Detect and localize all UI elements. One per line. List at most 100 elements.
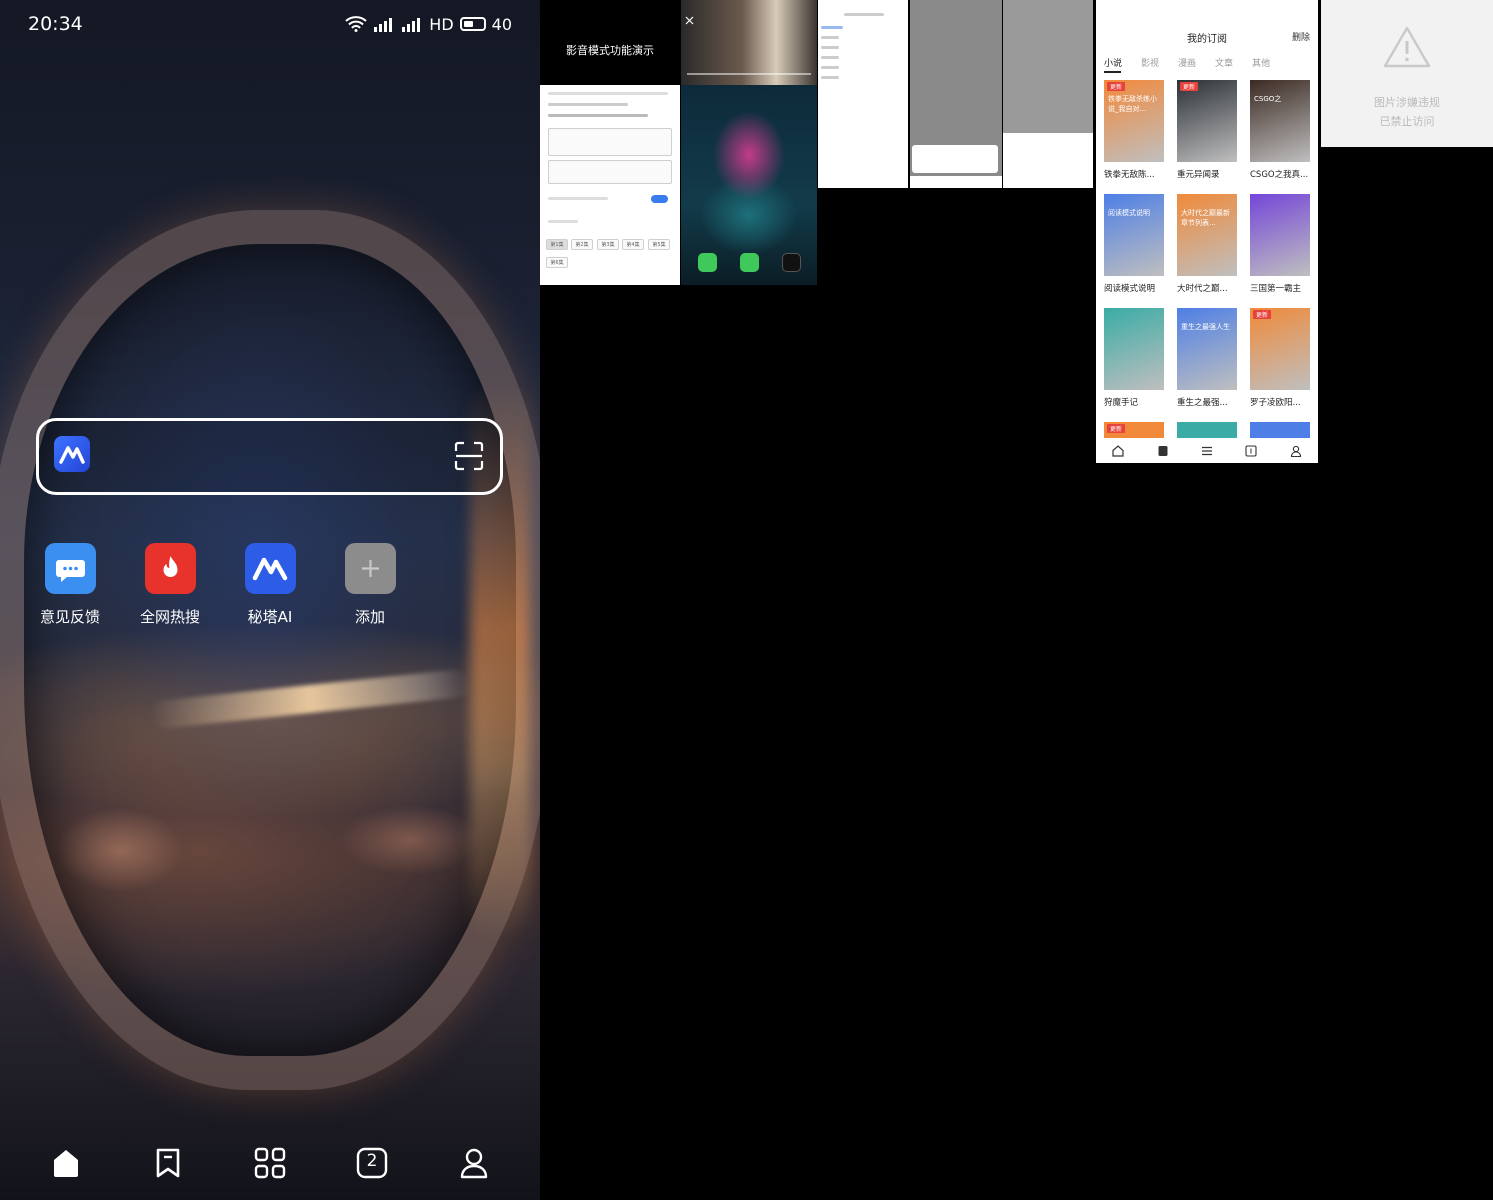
tab-windows[interactable]: 2 [352,1143,392,1183]
bottom-tab-bar: 2 [0,1138,540,1188]
flame-icon [144,543,196,594]
book-card[interactable]: 更新 重元异闻录 [1177,80,1237,180]
battery-icon [459,17,486,31]
book-title: CSGO之我真... [1250,170,1309,180]
reading-menu-panel [912,145,998,173]
menu-icon[interactable] [1201,445,1213,457]
book-title: 重生之最强... [1177,398,1228,408]
page-title: 我的订阅 [1187,34,1227,45]
shortcut-add[interactable]: 添加 [320,543,420,627]
cover-text: 大时代之巅最新章节列表... [1181,209,1230,227]
book-title: 罗子凌欧阳... [1250,398,1301,408]
delete-button[interactable]: 删除 [1292,30,1310,43]
book-title: 铁拳无敌陈... [1104,170,1155,180]
tab-novel[interactable]: 小说 [1104,56,1122,69]
episode-button[interactable]: 第4集 [622,239,644,250]
message-app-icon [740,253,759,272]
tab-apps[interactable] [250,1143,290,1183]
book-cover: 重生之最强人生 [1177,308,1237,390]
status-bar: 20:34 HD 40 [28,10,512,38]
home-icon[interactable] [1112,444,1124,457]
book-card[interactable]: 阅读模式说明 阅读模式说明 [1104,194,1164,294]
auto-media-toggle[interactable] [651,195,668,203]
tab-bookmarks[interactable] [148,1143,188,1183]
cover-text: CSGO之 [1254,95,1282,103]
metaso-logo-icon [244,543,296,594]
episode-label: 第6集 [550,260,564,266]
episode-button[interactable]: 第3集 [597,239,619,250]
tab-comic[interactable]: 漫画 [1178,56,1196,69]
book-card[interactable]: CSGO之 CSGO之我真... [1250,80,1310,180]
update-badge: 更新 [1107,82,1126,91]
shortcut-label: 全网热搜 [139,608,200,626]
episode-button[interactable]: 第1集 [546,239,568,250]
media-mode-title: 影音模式功能演示 [566,44,654,57]
update-badge: 更新 [1253,310,1272,319]
tab-profile[interactable] [454,1143,494,1183]
video-progress-bar[interactable] [687,73,811,75]
book-cover: 大时代之巅最新章节列表... [1177,194,1237,276]
signal-icon [374,18,393,32]
book-card[interactable]: 更新罗子凌欧阳... [1250,308,1310,408]
cover-text: 铁拳无敌杀练小说_我自对... [1108,95,1157,113]
shortcut-feedback[interactable]: 意见反馈 [20,543,120,627]
blocked-image-placeholder: 图片涉嫌违规 已禁止访问 [1321,0,1493,147]
close-icon[interactable] [685,16,694,25]
book-title: 大时代之巅... [1177,284,1228,294]
blocked-message: 图片涉嫌违规 已禁止访问 [1321,93,1493,131]
user-icon[interactable] [1290,445,1302,457]
signal-icon [402,18,421,32]
book-card[interactable]: 重生之最强人生 重生之最强... [1177,308,1237,408]
book-cover [1250,194,1310,276]
tab-video[interactable]: 影视 [1141,56,1159,69]
search-bar[interactable] [36,418,503,495]
text-line [548,220,578,223]
episode-label: 第1集 [550,242,564,248]
text-line [548,197,608,200]
episode-button[interactable]: 第6集 [546,257,568,268]
episode-label: 第5集 [652,242,666,248]
cover-text: 阅读模式说明 [1108,209,1150,217]
book-card[interactable]: 三国第一霸主 [1250,194,1310,294]
book-cover: 阅读模式说明 [1104,194,1164,276]
book-cover[interactable] [1250,422,1310,438]
shortcut-label: 意见反馈 [39,608,100,626]
app-icon [782,253,801,272]
book-title: 重元异闻录 [1177,170,1220,180]
book-cover: CSGO之 [1250,80,1310,162]
book-title: 狩魔手记 [1104,398,1139,408]
wifi-icon [345,16,367,32]
metaso-logo-icon[interactable] [54,436,90,472]
book-cover[interactable] [1177,422,1237,438]
warning-icon [1383,26,1431,68]
tab-other[interactable]: 其他 [1252,56,1270,69]
bookshelf-icon[interactable] [1157,445,1169,457]
hd-indicator: HD [429,14,454,34]
episode-label: 第2集 [575,242,589,248]
book-cover[interactable]: 更新 [1104,422,1164,438]
wallpaper-clouds [30,790,500,910]
tab-article[interactable]: 文章 [1215,56,1233,69]
video-player-screenshot [681,0,817,85]
cover-text: 重生之最强人生 [1181,323,1230,331]
reading-settings-panel [1003,133,1093,188]
book-card[interactable]: 大时代之巅最新章节列表... 大时代之巅... [1177,194,1237,294]
shortcut-hot-search[interactable]: 全网热搜 [120,543,220,627]
episode-button[interactable]: 第5集 [648,239,670,250]
shortcut-metaso-ai[interactable]: 秘塔AI [220,543,320,627]
browser-home-screen: 20:34 HD 40 意见反馈 全网热搜 秘塔AI 添加 2 [0,0,540,1200]
book-card[interactable]: 狩魔手记 [1104,308,1164,408]
tab-home[interactable] [46,1143,86,1183]
blocked-line-1: 图片涉嫌违规 [1374,96,1440,109]
text-line [844,13,884,16]
subscription-bottom-nav [1096,438,1318,463]
text-line [821,26,843,29]
reading-settings-screenshot [1003,0,1093,188]
book-card[interactable]: 更新铁拳无敌杀练小说_我自对... 铁拳无敌陈... [1104,80,1164,180]
chat-bubble-icon [44,543,96,594]
scan-icon[interactable] [454,441,484,471]
episode-label: 第3集 [601,242,615,248]
tabs-icon[interactable] [1245,444,1257,457]
episode-button[interactable]: 第2集 [571,239,593,250]
book-cover [1104,308,1164,390]
